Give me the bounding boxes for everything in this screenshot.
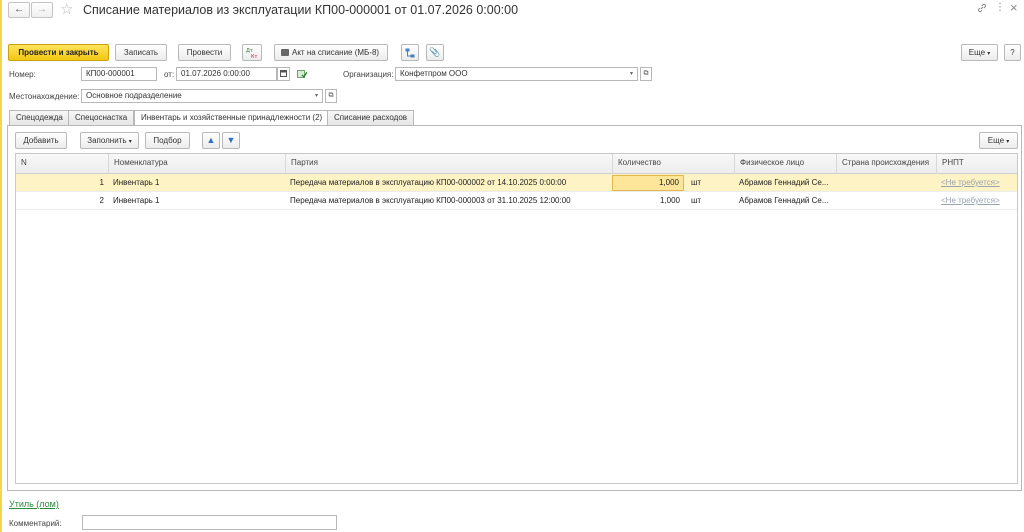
post-and-close-button[interactable]: Провести и закрыть [8,44,109,61]
calendar-icon [280,70,287,77]
row-nomenclature[interactable]: Инвентарь 1 [108,174,258,192]
comment-field[interactable] [82,515,337,530]
dt-kt-button[interactable]: Дт Кт [242,44,262,61]
table-row[interactable]: 2 Инвентарь 1 Передача материалов в эксп… [16,192,1017,210]
row-batch[interactable]: Передача материалов в эксплуатацию КП00-… [285,174,612,192]
tab-specosnastka[interactable]: Спецоснастка [68,110,135,125]
organization-label: Организация: [343,70,394,79]
attachment-button[interactable]: 📎 [426,44,444,61]
row-country[interactable] [836,174,936,192]
row-country[interactable] [836,192,936,210]
paperclip-icon: 📎 [429,47,441,57]
chevron-down-icon: ▾ [987,51,991,57]
row-person[interactable]: Абрамов Геннадий Се... [734,192,836,210]
location-field[interactable]: Основное подразделение [81,89,312,103]
act-mb8-label: Акт на списание (МБ-8) [292,48,380,57]
fill-label: Заполнить [87,136,127,145]
location-label: Местонахождение: [9,92,80,101]
arrow-down-icon: ▼ [226,135,236,145]
window-accent-border [0,0,2,532]
location-dropdown-button[interactable]: ▾ [311,89,323,103]
tab-specodezhda[interactable]: Спецодежда [9,110,70,125]
row-quantity[interactable]: 1,000 [612,175,684,191]
post-button[interactable]: Провести [178,44,231,61]
help-button[interactable]: ? [1004,44,1021,61]
arrow-left-icon: ← [14,4,24,15]
more-menu-button[interactable]: Еще ▾ [961,44,998,61]
row-number: 2 [99,196,104,205]
column-header-rnpt[interactable]: РНПТ [936,154,1019,174]
favorite-star-icon[interactable]: ☆ [60,0,73,18]
number-label: Номер: [9,70,36,79]
status-check-icon [297,69,308,81]
arrow-right-icon: → [37,4,47,15]
util-scrap-link[interactable]: Утиль (лом) [9,499,59,509]
organization-field[interactable]: Конфетпром ООО [395,67,627,81]
structure-icon [405,48,415,58]
row-rnpt-link[interactable]: <Не требуется> [936,174,1019,192]
printer-icon [281,49,289,56]
back-button[interactable]: ← [8,2,30,18]
column-header-person[interactable]: Физическое лицо [734,154,836,174]
save-button[interactable]: Записать [115,44,167,61]
comment-label: Комментарий: [9,519,62,528]
column-header-nomenclature[interactable]: Номенклатура [108,154,285,174]
row-unit: шт [691,196,702,205]
act-mb8-button[interactable]: Акт на списание (МБ-8) [274,44,388,61]
move-up-button[interactable]: ▲ [202,132,220,149]
calendar-button[interactable] [277,67,290,81]
forward-button[interactable]: → [31,2,53,18]
table-more-button[interactable]: Еще ▾ [979,132,1018,149]
structure-button[interactable] [401,44,419,61]
row-batch[interactable]: Передача материалов в эксплуатацию КП00-… [285,192,612,210]
row-nomenclature[interactable]: Инвентарь 1 [108,192,258,210]
organization-dropdown-button[interactable]: ▾ [626,67,638,81]
date-label: от: [164,70,175,79]
tab-inventory[interactable]: Инвентарь и хозяйственные принадлежности… [134,110,330,126]
table-row[interactable]: 1 Инвентарь 1 Передача материалов в эксп… [16,174,1017,192]
row-rnpt-link[interactable]: <Не требуется> [936,192,1019,210]
fill-button[interactable]: Заполнить ▾ [80,132,139,149]
chevron-down-icon: ▾ [128,139,132,145]
column-header-country[interactable]: Страна происхождения [836,154,936,174]
more-label: Еще [968,48,986,57]
column-header-n[interactable]: N [16,154,108,174]
add-row-button[interactable]: Добавить [15,132,67,149]
column-header-batch[interactable]: Партия [285,154,612,174]
date-field[interactable]: 01.07.2026 0:00:00 [176,67,277,81]
inventory-table: N Номенклатура Партия Количество Физичес… [15,153,1018,484]
tab-expenses[interactable]: Списание расходов [327,110,415,125]
row-unit: шт [691,178,702,187]
open-form-icon: ⧉ [328,92,334,99]
close-icon[interactable]: × [1010,0,1018,15]
page-title: Списание материалов из эксплуатации КП00… [83,3,519,17]
table-header: N Номенклатура Партия Количество Физичес… [16,154,1017,174]
organization-open-button[interactable]: ⧉ [640,67,652,81]
row-number: 1 [99,178,104,187]
arrow-up-icon: ▲ [206,135,216,145]
chevron-down-icon: ▾ [629,71,633,77]
dt-kt-icon: Дт Кт [246,48,258,60]
open-form-icon: ⧉ [643,70,649,77]
more-vertical-icon[interactable]: ⋮ [995,2,1005,13]
select-button[interactable]: Подбор [145,132,190,149]
row-quantity[interactable]: 1,000 [612,192,684,210]
svg-text:Кт: Кт [251,54,258,59]
number-field[interactable]: КП00-000001 [81,67,157,81]
link-icon[interactable] [977,3,987,16]
table-more-label: Еще [987,136,1005,145]
location-open-button[interactable]: ⧉ [325,89,337,103]
chevron-down-icon: ▾ [314,93,318,99]
row-person[interactable]: Абрамов Геннадий Се... [734,174,836,192]
chevron-down-icon: ▾ [1006,139,1010,145]
column-header-quantity[interactable]: Количество [612,154,734,174]
move-down-button[interactable]: ▼ [222,132,240,149]
